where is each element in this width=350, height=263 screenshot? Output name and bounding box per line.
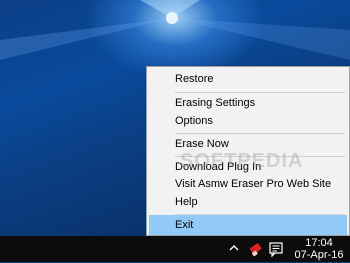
menu-item-exit[interactable]: Exit — [149, 215, 347, 235]
taskbar-clock[interactable]: 17:04 07-Apr-16 — [290, 237, 348, 261]
menu-item-erase-now[interactable]: Erase Now — [149, 134, 347, 154]
menu-item-erasing-settings[interactable]: Erasing Settings — [149, 93, 347, 113]
clock-time: 17:04 — [305, 237, 333, 249]
menu-item-options[interactable]: Options — [149, 111, 347, 131]
tray-context-menu: Restore Erasing Settings Options Erase N… — [146, 66, 350, 236]
menu-item-label: Visit Asmw Eraser Pro Web Site — [175, 178, 332, 190]
menu-item-label: Help — [175, 196, 198, 208]
menu-item-label: Restore — [175, 73, 214, 85]
eraser-app-icon[interactable] — [247, 240, 265, 258]
notification-icon[interactable] — [268, 241, 284, 258]
chevron-up-icon[interactable] — [228, 242, 240, 254]
menu-item-label: Erase Now — [175, 138, 229, 150]
menu-item-label: Erasing Settings — [175, 97, 256, 109]
menu-item-visit-web-site[interactable]: Visit Asmw Eraser Pro Web Site — [149, 174, 347, 194]
menu-item-label: Options — [175, 115, 213, 127]
menu-item-label: Exit — [175, 219, 194, 231]
clock-date: 07-Apr-16 — [294, 249, 344, 261]
menu-item-help[interactable]: Help — [149, 192, 347, 212]
menu-item-restore[interactable]: Restore — [149, 69, 347, 89]
taskbar: 17:04 07-Apr-16 — [0, 236, 350, 262]
